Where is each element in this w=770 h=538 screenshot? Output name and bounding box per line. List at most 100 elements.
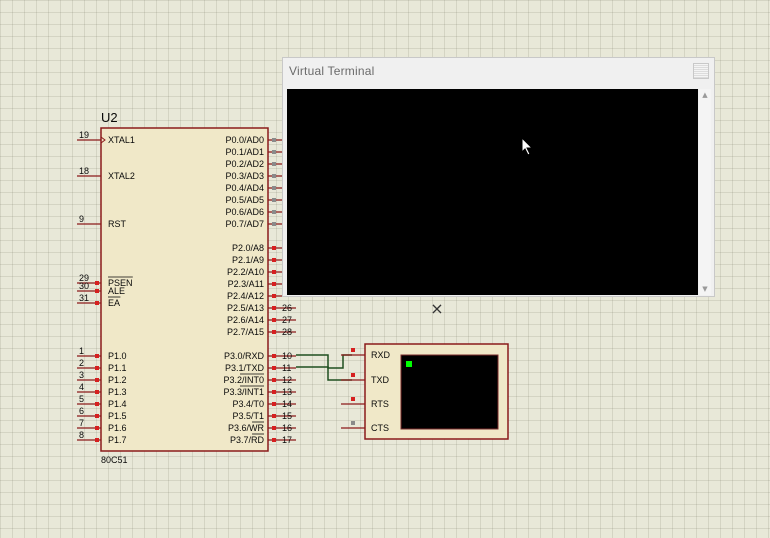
pin-name: P0.5/AD5 — [225, 195, 264, 205]
pin-marker — [272, 246, 276, 250]
pin-name: P3.0/RXD — [224, 351, 265, 361]
pin-number: 5 — [79, 394, 84, 404]
pin-marker — [351, 373, 355, 377]
pin-name: P2.7/A15 — [227, 327, 264, 337]
terminal-status-led — [406, 361, 412, 367]
mcu-part-name: 80C51 — [101, 455, 128, 465]
mcu-pin-right[interactable]: 12 P3.2/INT0 — [223, 373, 296, 385]
pin-marker — [272, 366, 276, 370]
pin-number: 31 — [79, 293, 89, 303]
pin-name: P3.6/WR — [228, 423, 265, 433]
wire-rxd[interactable] — [296, 354, 352, 369]
virtual-terminal-titlebar[interactable]: Virtual Terminal — [283, 58, 714, 85]
pin-name: RXD — [371, 350, 391, 360]
pin-number: 4 — [79, 382, 84, 392]
pin-number: 14 — [282, 399, 292, 409]
pin-marker — [272, 222, 276, 226]
mcu-u2[interactable]: U2 80C51 19 XTAL118 XTAL29 RST29 PSEN30 ALE31… — [77, 110, 296, 465]
pin-marker — [272, 390, 276, 394]
pin-number: 10 — [282, 351, 292, 361]
pin-marker — [95, 281, 99, 285]
pin-marker — [272, 282, 276, 286]
pin-marker — [272, 438, 276, 442]
pin-number: 30 — [79, 281, 89, 291]
pin-name: P3.7/RD — [230, 435, 265, 445]
pin-name: P0.6/AD6 — [225, 207, 264, 217]
pin-name: P3.2/INT0 — [223, 375, 264, 385]
pin-marker — [95, 414, 99, 418]
pin-number: 3 — [79, 370, 84, 380]
wire-txd[interactable] — [296, 366, 352, 381]
serial-wires[interactable] — [296, 354, 352, 381]
pin-number: 18 — [79, 166, 89, 176]
pin-marker — [95, 301, 99, 305]
mcu-reference: U2 — [101, 110, 118, 125]
terminal-scrollbar[interactable]: ▲ ▼ — [699, 89, 711, 295]
pin-name: P3.4/T0 — [232, 399, 264, 409]
pin-name: ALE — [108, 286, 125, 296]
pin-marker — [272, 162, 276, 166]
pin-name: TXD — [371, 375, 390, 385]
pin-name: P3.3/INT1 — [223, 387, 264, 397]
virtual-terminal-title: Virtual Terminal — [289, 64, 375, 78]
pin-name: P2.2/A10 — [227, 267, 264, 277]
terminal-component-screen — [400, 354, 499, 430]
pin-name: P1.6 — [108, 423, 127, 433]
pin-number: 6 — [79, 406, 84, 416]
terminal-component[interactable]: RXD TXD RTS CTS — [341, 343, 509, 440]
window-control-button[interactable] — [693, 63, 709, 79]
pin-name: RST — [108, 219, 127, 229]
pin-number: 26 — [282, 303, 292, 313]
pin-name: P1.7 — [108, 435, 127, 445]
pin-name: P1.0 — [108, 351, 127, 361]
pin-name: P2.5/A13 — [227, 303, 264, 313]
pin-marker — [272, 150, 276, 154]
pin-number: 19 — [79, 130, 89, 140]
pin-marker — [272, 294, 276, 298]
pin-name: P2.4/A12 — [227, 291, 264, 301]
pin-name: RTS — [371, 399, 389, 409]
pin-name: P2.3/A11 — [228, 279, 264, 289]
terminal-output-screen[interactable] — [287, 89, 698, 295]
pin-marker — [95, 354, 99, 358]
pin-number: 7 — [79, 418, 84, 428]
pin-marker — [351, 397, 355, 401]
virtual-terminal-window[interactable]: Virtual Terminal ▲ ▼ — [282, 57, 715, 297]
pin-name: P1.2 — [108, 375, 127, 385]
pin-marker — [272, 186, 276, 190]
pin-name: P2.6/A14 — [227, 315, 264, 325]
pin-marker — [95, 390, 99, 394]
pin-marker — [95, 426, 99, 430]
pin-marker — [272, 270, 276, 274]
pin-marker — [95, 402, 99, 406]
pin-marker — [351, 421, 355, 425]
mcu-pin-right[interactable]: 27 P2.6/A14 — [227, 315, 296, 325]
pin-marker — [351, 348, 355, 352]
mcu-pin-right[interactable]: 17 P3.7/RD — [230, 433, 296, 445]
pin-marker — [272, 414, 276, 418]
close-mark-icon[interactable]: × — [430, 299, 443, 318]
scroll-up-arrow-icon[interactable]: ▲ — [701, 92, 709, 99]
mcu-pin-right[interactable]: 16 P3.6/WR — [228, 421, 296, 433]
mcu-pin-right[interactable]: 13 P3.3/INT1 — [223, 385, 296, 397]
mcu-pin-right[interactable]: 11 P3.1/TXD — [225, 363, 296, 373]
pin-marker — [272, 378, 276, 382]
pin-name: P1.4 — [108, 399, 127, 409]
pin-marker — [95, 366, 99, 370]
pin-number: 16 — [282, 423, 292, 433]
pin-number: 17 — [282, 435, 292, 445]
pin-number: 8 — [79, 430, 84, 440]
pin-number: 28 — [282, 327, 292, 337]
pin-marker — [272, 258, 276, 262]
pin-marker — [272, 210, 276, 214]
pin-marker — [272, 198, 276, 202]
pin-marker — [272, 174, 276, 178]
pin-marker — [95, 438, 99, 442]
mcu-pin-right[interactable]: 10 P3.0/RXD — [224, 351, 296, 361]
scroll-down-arrow-icon[interactable]: ▼ — [701, 286, 709, 293]
pin-name: P1.3 — [108, 387, 127, 397]
mcu-pin-right[interactable]: 28 P2.7/A15 — [227, 327, 296, 337]
mcu-pin-right[interactable]: 26 P2.5/A13 — [227, 303, 296, 313]
pin-name: P3.5/T1 — [232, 411, 264, 421]
pin-marker — [272, 426, 276, 430]
